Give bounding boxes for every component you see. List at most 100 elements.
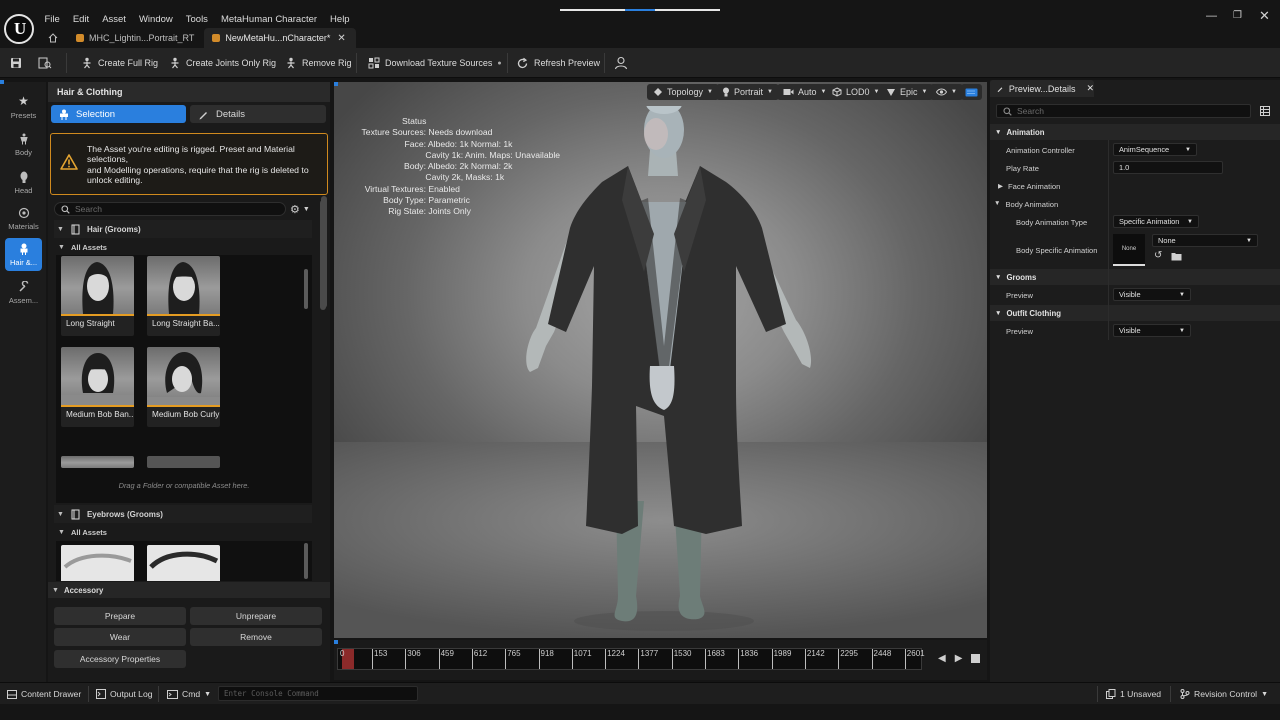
mode-materials[interactable]: Materials xyxy=(5,202,42,235)
details-search-input[interactable]: Search xyxy=(996,104,1251,118)
eyebrow-asset-tile[interactable] xyxy=(147,545,220,581)
stop-icon[interactable] xyxy=(971,654,981,663)
play-reverse-icon[interactable]: ◀ xyxy=(938,653,946,664)
mode-presets[interactable]: ★ Presets xyxy=(5,90,42,123)
tab-new-metahuman-character[interactable]: NewMetaHu...nCharacter* ✕ xyxy=(204,28,356,48)
revision-control-dropdown[interactable]: Revision Control ▼ xyxy=(1180,688,1268,700)
mode-hair-clothing[interactable]: Hair &... xyxy=(5,238,42,271)
grooms-category[interactable]: ▼ Grooms xyxy=(990,269,1280,285)
menu-metahuman-character[interactable]: MetaHuman Character xyxy=(214,14,323,25)
metahuman-character-model[interactable] xyxy=(504,106,844,636)
wear-button[interactable]: Wear xyxy=(54,628,186,646)
camera-auto-dropdown[interactable]: Auto ▼ xyxy=(777,84,833,100)
asset-search-input[interactable]: Search xyxy=(54,202,286,216)
menu-edit[interactable]: Edit xyxy=(66,14,95,25)
selection-tab[interactable]: Selection xyxy=(51,105,186,123)
details-tab[interactable]: Details xyxy=(190,105,326,123)
remove-button[interactable]: Remove xyxy=(190,628,322,646)
console-command-input[interactable]: Enter Console Command xyxy=(218,686,418,701)
chevron-down-icon: ▼ xyxy=(1246,237,1252,244)
unprepare-button[interactable]: Unprepare xyxy=(190,607,322,625)
hair-grooms-section[interactable]: ▼ Hair (Grooms) xyxy=(54,220,312,238)
unreal-logo[interactable]: U xyxy=(4,14,34,44)
cmd-dropdown[interactable]: Cmd ▼ xyxy=(167,688,211,700)
outfit-clothing-category[interactable]: ▼ Outfit Clothing xyxy=(990,305,1280,321)
lighting-portrait-dropdown[interactable]: Portrait ▼ xyxy=(716,84,779,100)
close-tab-icon[interactable]: ✕ xyxy=(337,33,345,44)
filter-settings-button[interactable]: ⚙ ▼ xyxy=(290,203,310,216)
body-animation-row[interactable]: ▼ Body Animation xyxy=(994,200,1058,209)
status-value: Parametric xyxy=(428,195,470,206)
timeline-scrubber[interactable]: 0 153 306 459 612 765 918 1071 1224 1377 1530 1683… xyxy=(337,648,925,670)
hair-grid-scrollbar[interactable] xyxy=(304,269,308,309)
thumbnail-underline xyxy=(147,405,220,407)
content-drawer-button[interactable]: Content Drawer xyxy=(7,688,81,700)
refresh-preview-button[interactable]: Refresh Preview xyxy=(516,55,600,71)
eyebrow-grid-scrollbar[interactable] xyxy=(304,543,308,579)
status-value: Needs download xyxy=(428,127,493,138)
body-specific-animation-dropdown[interactable]: None ▼ xyxy=(1152,234,1258,247)
hair-asset-tile[interactable]: Long Straight Ba... xyxy=(147,256,220,336)
hair-asset-tile[interactable]: Medium Bob Curly xyxy=(147,347,220,427)
home-tab[interactable] xyxy=(46,28,68,48)
menu-window[interactable]: Window xyxy=(132,14,179,25)
hair-asset-tile[interactable]: Medium Bob Ban... xyxy=(61,347,134,427)
hair-all-assets-header[interactable]: ▼ All Assets xyxy=(56,240,312,254)
user-profile-button[interactable] xyxy=(614,55,628,71)
create-full-rig-button[interactable]: Create Full Rig xyxy=(81,55,158,71)
create-joints-only-rig-button[interactable]: Create Joints Only Rig xyxy=(169,55,276,71)
quality-epic-dropdown[interactable]: Epic ▼ xyxy=(880,84,934,100)
download-texture-sources-button[interactable]: Download Texture Sources ● xyxy=(368,55,502,71)
menu-help[interactable]: Help xyxy=(324,14,357,25)
section-label: Accessory xyxy=(63,585,104,595)
accessory-section[interactable]: ▼ Accessory xyxy=(48,582,330,598)
menu-asset[interactable]: Asset xyxy=(96,14,133,25)
visibility-dropdown[interactable]: ▼ xyxy=(930,84,963,100)
viewport-options-button[interactable] xyxy=(961,84,982,100)
eyebrows-all-assets-header[interactable]: ▼ All Assets xyxy=(56,525,312,539)
outfit-preview-dropdown[interactable]: Visible ▼ xyxy=(1113,324,1191,337)
animation-controller-dropdown[interactable]: AnimSequence ▼ xyxy=(1113,143,1197,156)
mode-body[interactable]: Body xyxy=(5,128,42,161)
mode-assembly[interactable]: Assem... xyxy=(5,276,42,309)
play-icon[interactable]: ▶ xyxy=(955,653,963,664)
remove-rig-button[interactable]: Remove Rig xyxy=(285,55,352,71)
menu-tools[interactable]: Tools xyxy=(179,14,214,25)
play-rate-input[interactable]: 1.0 xyxy=(1113,161,1223,174)
menu-file[interactable]: File xyxy=(38,14,66,25)
browse-asset-button[interactable] xyxy=(38,55,52,71)
hair-asset-tile-partial[interactable] xyxy=(147,456,220,468)
character-viewport[interactable]: Topology ▼ Portrait ▼ Auto ▼ LOD0 ▼ Epic… xyxy=(334,82,987,638)
save-button[interactable] xyxy=(10,55,22,71)
face-animation-row[interactable]: ▶ Face Animation xyxy=(998,182,1060,191)
prepare-button[interactable]: Prepare xyxy=(54,607,186,625)
body-animation-type-dropdown[interactable]: Specific Animation ▼ xyxy=(1113,215,1199,228)
lod-dropdown[interactable]: LOD0 ▼ xyxy=(826,84,886,100)
preview-details-tab[interactable]: Preview...Details ✕ xyxy=(990,80,1094,97)
mode-head[interactable]: Head xyxy=(5,166,42,199)
grooms-preview-dropdown[interactable]: Visible ▼ xyxy=(1113,288,1191,301)
timeline-tick-label: 2448 xyxy=(873,649,892,658)
hair-thumbnail xyxy=(147,256,220,314)
output-log-button[interactable]: Output Log xyxy=(96,688,153,700)
unsaved-button[interactable]: 1 Unsaved xyxy=(1106,688,1161,700)
topology-dropdown[interactable]: Topology ▼ xyxy=(647,84,719,100)
minimize-icon[interactable]: — xyxy=(1206,10,1217,22)
eyebrows-grooms-section[interactable]: ▼ Eyebrows (Grooms) xyxy=(54,505,312,523)
eyebrow-asset-tile[interactable] xyxy=(61,545,134,581)
animation-asset-thumbnail[interactable]: None xyxy=(1113,234,1145,266)
timeline-tick-line xyxy=(738,649,740,669)
browse-folder-icon[interactable] xyxy=(1171,252,1182,261)
tab-lighting-portrait[interactable]: MHC_Lightin...Portrait_RT xyxy=(68,28,204,48)
left-panel-scrollbar[interactable] xyxy=(321,196,327,308)
restore-icon[interactable]: ❐ xyxy=(1233,10,1242,21)
close-tab-icon[interactable]: ✕ xyxy=(1086,83,1094,94)
table-view-icon[interactable] xyxy=(1260,106,1270,116)
close-window-icon[interactable]: ✕ xyxy=(1259,8,1270,24)
accessory-properties-button[interactable]: Accessory Properties xyxy=(54,650,186,668)
hair-asset-tile-partial[interactable] xyxy=(61,456,134,468)
hair-asset-tile[interactable]: Long Straight xyxy=(61,256,134,336)
keyboard-icon xyxy=(965,88,978,96)
animation-category[interactable]: ▼ Animation xyxy=(990,124,1280,140)
use-selected-asset-icon[interactable]: ↺ xyxy=(1154,250,1162,261)
